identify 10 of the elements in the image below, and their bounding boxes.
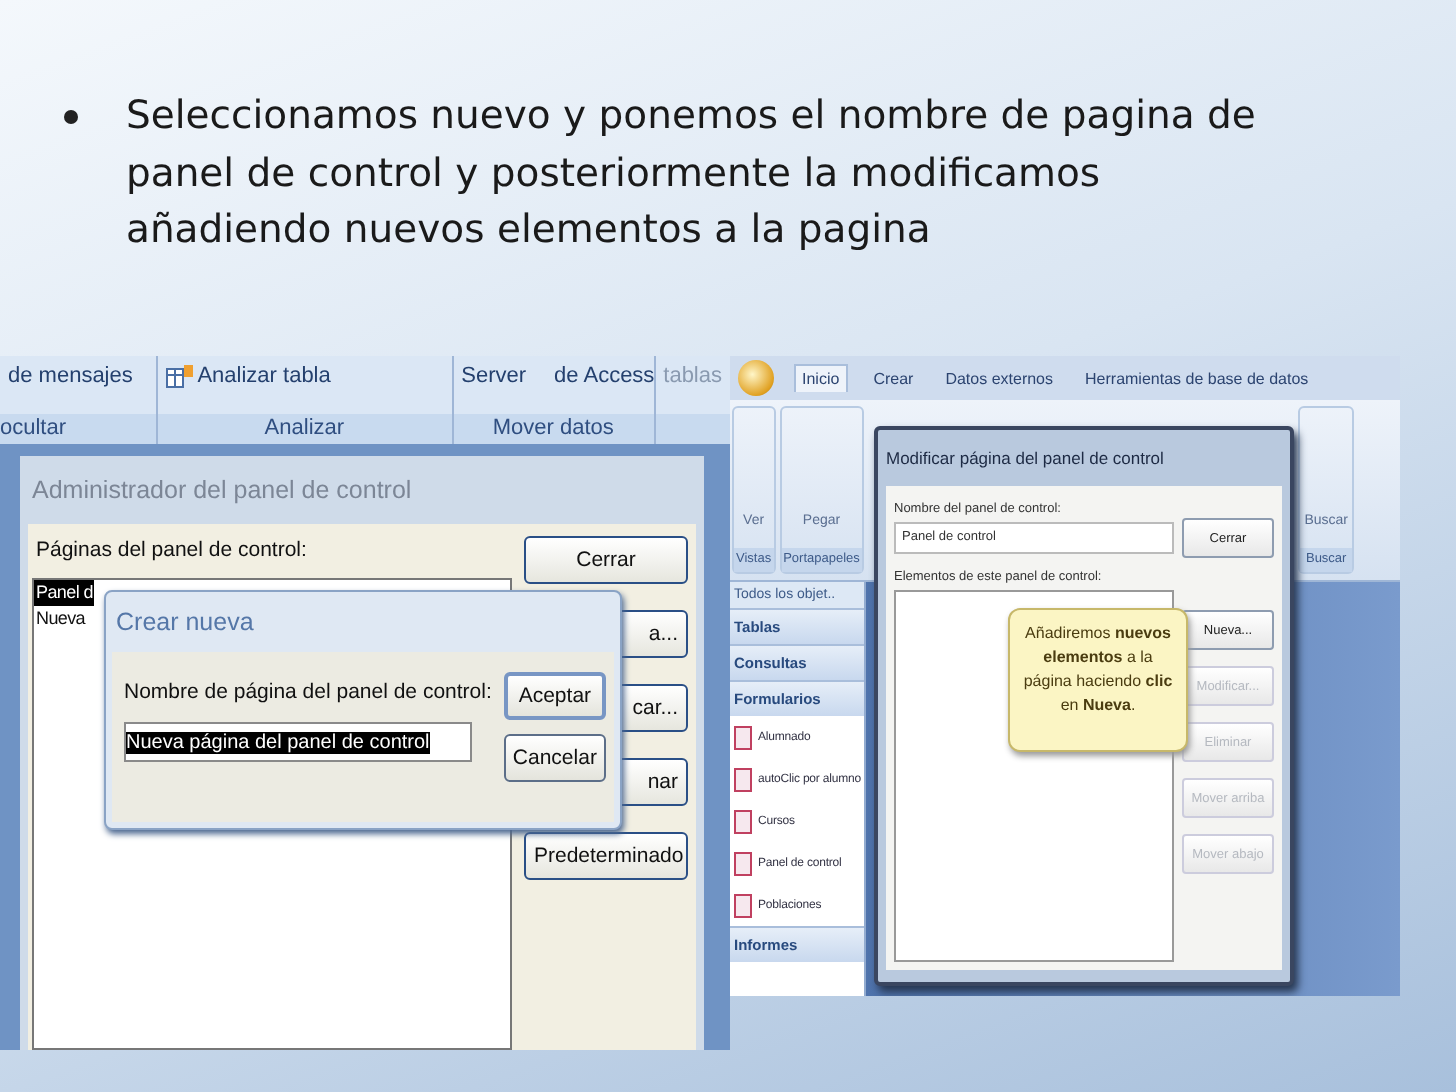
field-label: Nombre de página del panel de control:	[124, 680, 492, 704]
dialog-title: Modificar página del panel de control	[886, 446, 1166, 472]
group-label: Analizar	[157, 414, 452, 444]
group-label: Mover datos	[453, 414, 654, 444]
callout-tooltip: Añadiremos nuevos elementos a la página haciendo clic en Nueva.	[1008, 608, 1188, 752]
list-label: Páginas del panel de control:	[34, 536, 309, 566]
bullet-text: Seleccionamos nuevo y ponemos el nombre de pagina de panel de control y posteriormente la modificamos añadiendo nuevos elementos a la pagina	[126, 90, 1256, 256]
dialog-title: Crear nueva	[114, 606, 256, 640]
group-label: ocultar	[0, 414, 156, 444]
dialog-title: Administrador del panel de control	[30, 474, 414, 508]
